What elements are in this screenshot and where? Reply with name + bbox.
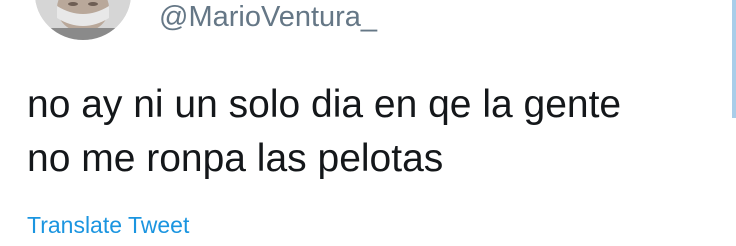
tweet-text: no ay ni un solo dia en qe la gente no m… xyxy=(27,83,622,180)
user-handle[interactable]: @MarioVentura_ xyxy=(159,2,377,32)
scroll-indicator xyxy=(732,0,736,118)
avatar-photo-icon xyxy=(35,0,131,40)
translate-tweet-link[interactable]: Translate Tweet xyxy=(27,211,189,239)
avatar[interactable] xyxy=(35,0,131,40)
tweet-card: @MarioVentura_ no ay ni un solo dia en q… xyxy=(0,0,736,246)
